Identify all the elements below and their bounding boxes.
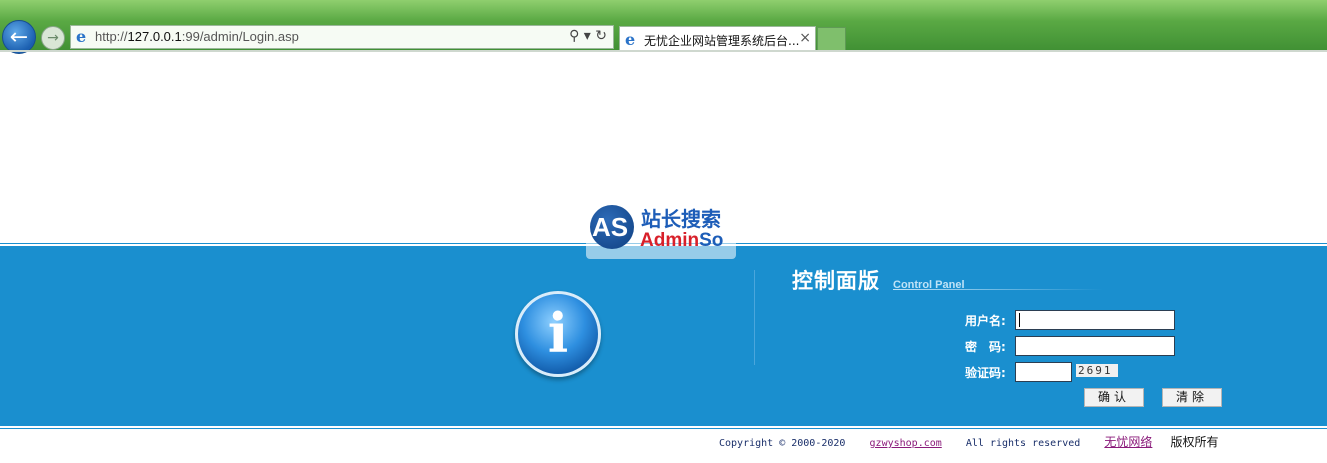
new-tab-button[interactable]	[817, 27, 846, 52]
copyright-text: Copyright © 2000-2020	[719, 438, 846, 449]
back-arrow-icon: ←	[9, 25, 29, 50]
info-icon: i	[515, 291, 601, 377]
confirm-button[interactable]: 确认	[1084, 388, 1144, 407]
panel-title: 控制面版	[792, 269, 880, 293]
browser-toolbar: ← → e http://127.0.0.1:99/admin/Login.as…	[0, 0, 1327, 54]
password-input[interactable]	[1015, 336, 1175, 356]
code-label: 验证码:	[965, 366, 1006, 380]
watermark-logo: AS 站长搜索 AdminSo	[586, 203, 736, 259]
watermark-cn: 站长搜索	[641, 207, 721, 231]
panel-title-line	[893, 289, 1103, 290]
owned-text: 版权所有	[1170, 435, 1219, 449]
tab-ie-icon: e	[625, 30, 636, 49]
footer: Copyright © 2000-2020 gzwyshop.com All r…	[719, 433, 1218, 450]
watermark-circle: AS	[590, 205, 634, 249]
forward-arrow-icon: →	[47, 30, 59, 46]
browser-tab[interactable]: e 无忧企业网站管理系统后台... ×	[619, 26, 816, 52]
panel-divider	[754, 270, 755, 365]
url-text[interactable]: http://127.0.0.1:99/admin/Login.asp	[95, 29, 299, 44]
rights-text: All rights reserved	[965, 438, 1081, 449]
watermark-en: AdminSo	[640, 230, 724, 251]
password-label: 密 码:	[965, 340, 1006, 354]
forward-button[interactable]: →	[41, 26, 65, 50]
tab-title: 无忧企业网站管理系统后台...	[644, 34, 800, 48]
bottom-rule	[0, 428, 1327, 429]
ie-icon: e	[76, 27, 87, 46]
search-refresh-icons[interactable]: ⚲ ▾ ↻	[569, 28, 607, 44]
close-tab-icon[interactable]: ×	[799, 30, 811, 46]
company-link[interactable]: 无忧网络	[1104, 435, 1152, 449]
captcha-image[interactable]: 2691	[1076, 364, 1118, 377]
code-input[interactable]	[1015, 362, 1072, 382]
username-label: 用户名:	[965, 314, 1006, 328]
username-input[interactable]	[1015, 310, 1175, 330]
clear-button[interactable]: 清除	[1162, 388, 1222, 407]
address-bar[interactable]: e http://127.0.0.1:99/admin/Login.asp ⚲ …	[70, 25, 614, 49]
text-caret	[1019, 313, 1020, 327]
site-link[interactable]: gzwyshop.com	[870, 438, 942, 449]
back-button[interactable]: ←	[2, 20, 36, 54]
